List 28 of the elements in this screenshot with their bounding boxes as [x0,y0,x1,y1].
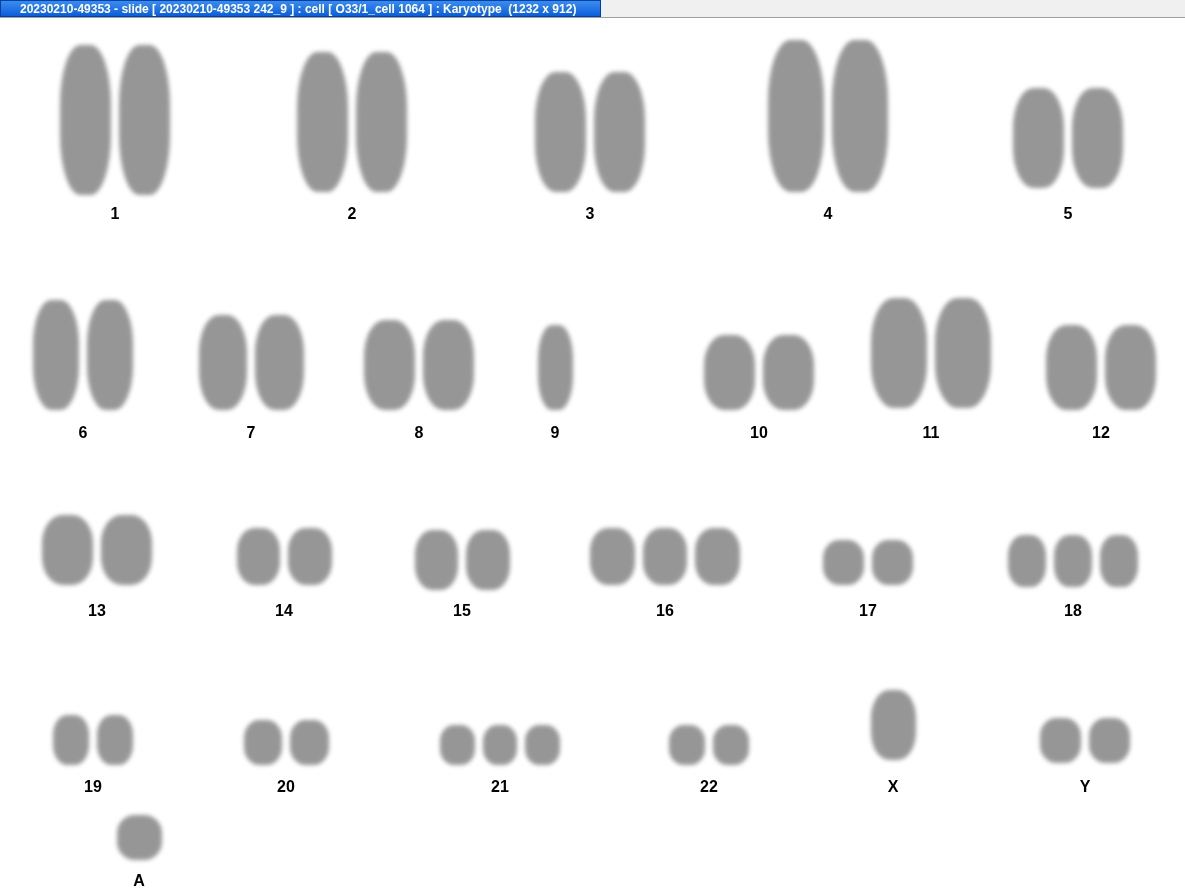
chromosome-label: 1 [109,204,121,224]
chromosome-label: 13 [87,601,107,621]
chromosome-label: 12 [1091,423,1111,443]
chromosome-label: 21 [490,777,510,797]
chromosome-label: 20 [276,777,296,797]
chromosome-label: 7 [245,423,257,443]
chromosome-label: A [132,871,146,891]
chromosome-label: 4 [822,204,834,224]
chromosome-label: 3 [584,204,596,224]
chromosome-label: 18 [1063,601,1083,621]
chromosome-label: 22 [699,777,719,797]
chromosome-label: 15 [452,601,472,621]
chromosome-label: 10 [749,423,769,443]
chromosome-label: 2 [346,204,358,224]
chromosome-label: 17 [858,601,878,621]
window-title: 20230210-49353 - slide [ 20230210-49353 242_9 ] : cell [ O33/1_cell 1064 ] : Karyotype (1232 x 912) [0,0,601,17]
chromosome-label: 5 [1062,204,1074,224]
chromosome-photo [116,815,162,860]
chromosome-label: 6 [77,423,89,443]
chromosome-label: 9 [549,423,561,443]
chromosome-label: 19 [83,777,103,797]
chromosome-label: Y [1078,777,1092,797]
chromosome-label: 14 [274,601,294,621]
chromosome-photo [870,690,916,760]
chromosome-label: 8 [413,423,425,443]
chromosome-label: X [886,777,900,797]
chromosome-label: 11 [921,423,941,443]
chromosome-label: 16 [655,601,675,621]
